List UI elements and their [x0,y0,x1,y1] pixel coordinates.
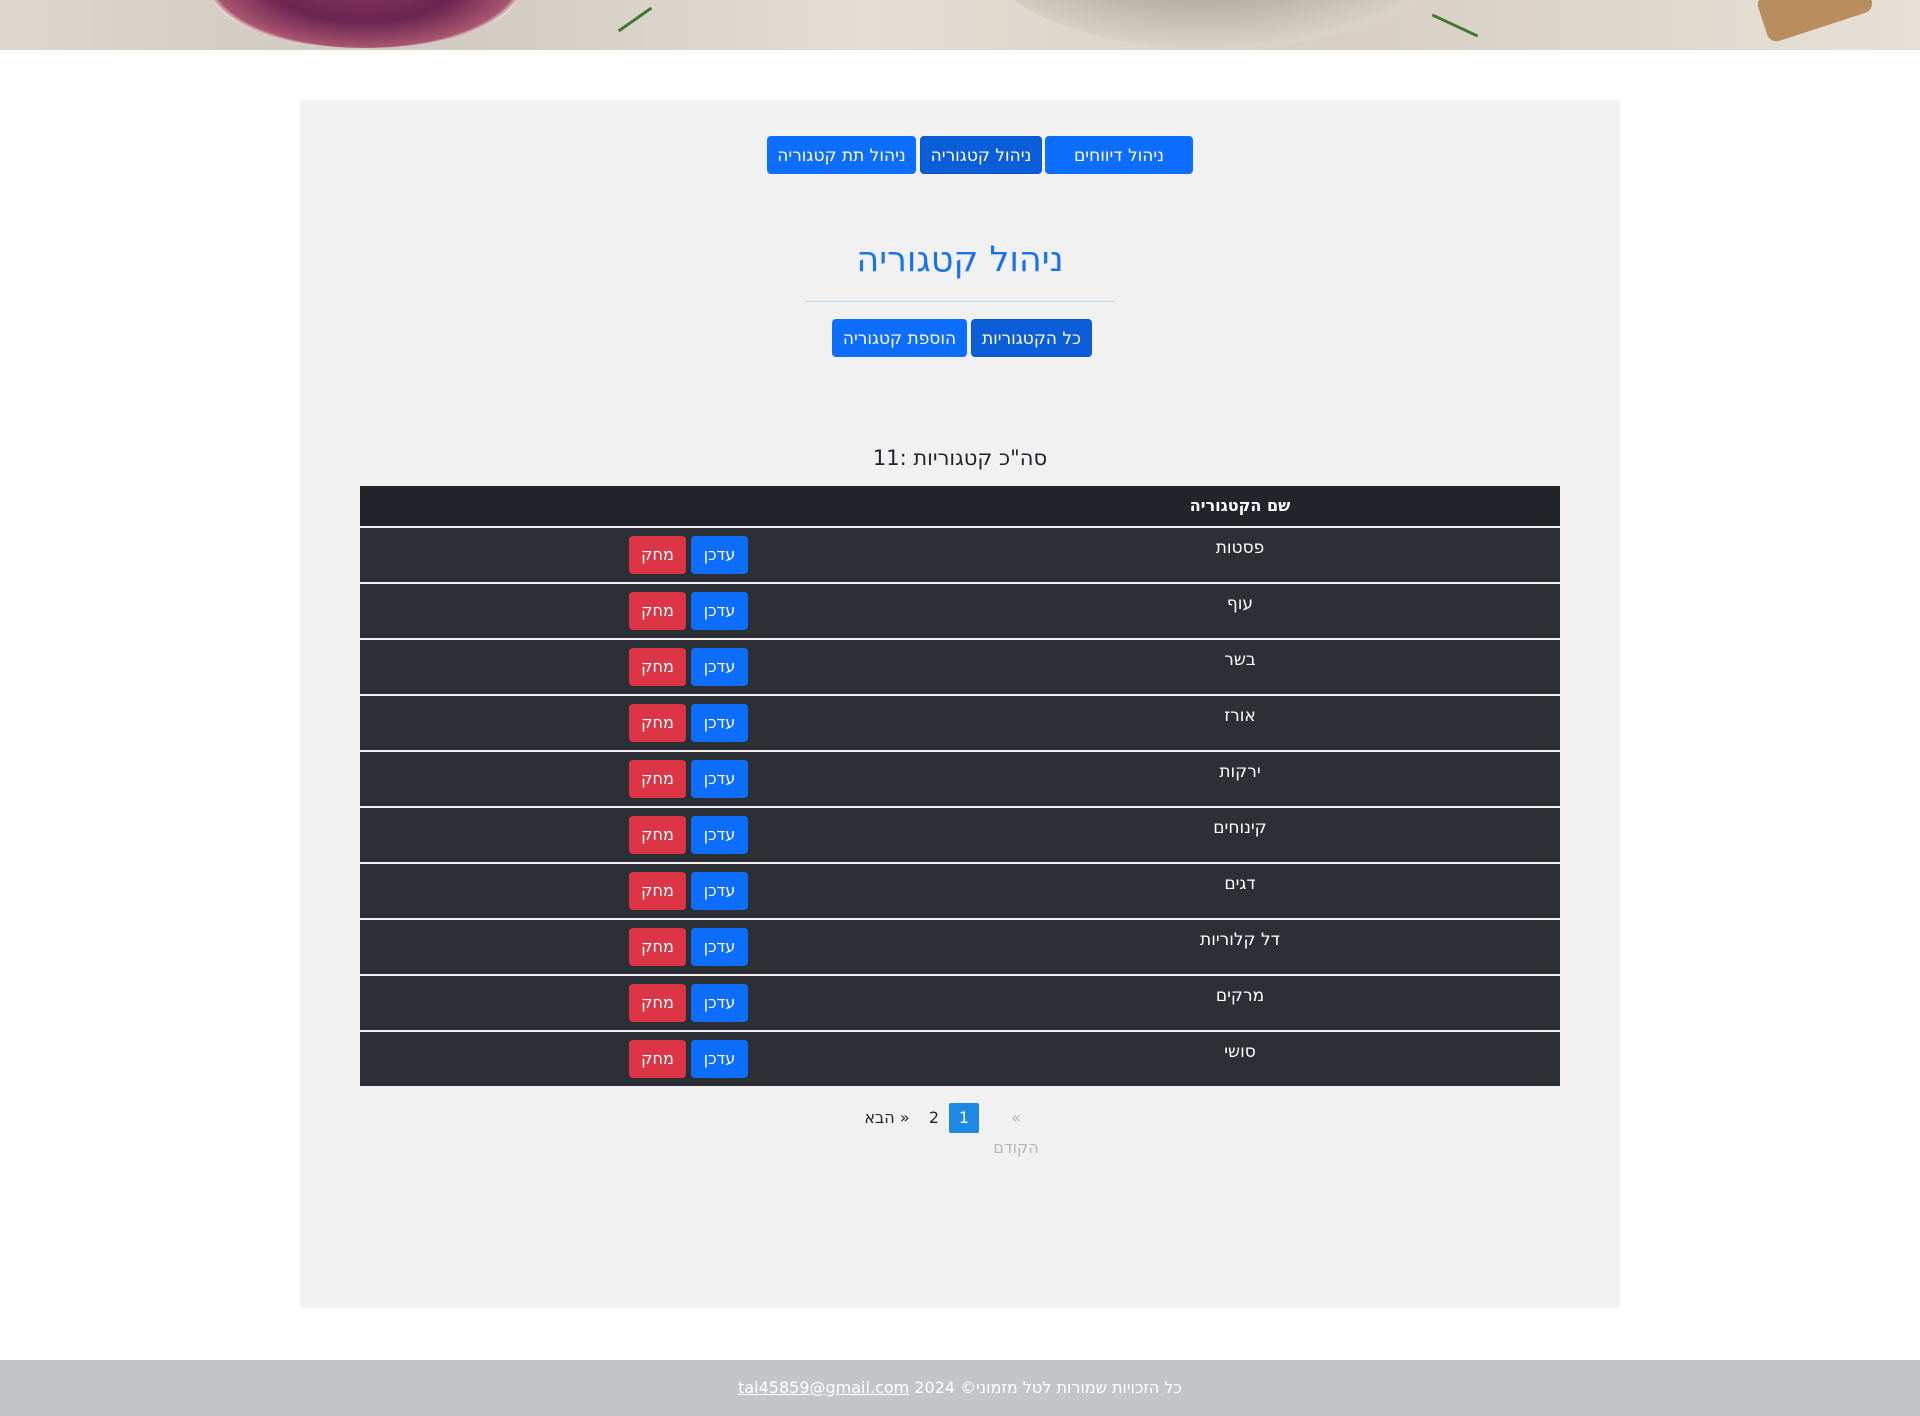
edit-button[interactable]: עדכן [691,984,748,1022]
hero-banner-image [0,0,1920,50]
category-name: פסטות [1215,538,1265,558]
footer-email-link[interactable]: tal45859@gmail.com [738,1378,909,1397]
category-name: דגים [1224,874,1256,894]
table-row: מרקים עדכן מחק [360,976,1560,1030]
table-row: דל קלוריות עדכן מחק [360,920,1560,974]
all-categories-button[interactable]: כל הקטגוריות [971,319,1092,357]
table-row: עוף עדכן מחק [360,584,1560,638]
nav-subcategory-button[interactable]: ניהול תת קטגוריה [767,136,916,174]
table-row: קינוחים עדכן מחק [360,808,1560,862]
plate-image [990,0,1460,50]
table-row: ירקות עדכן מחק [360,752,1560,806]
delete-button[interactable]: מחק [629,760,686,798]
delete-button[interactable]: מחק [629,592,686,630]
edit-button[interactable]: עדכן [691,704,748,742]
category-name: סושי [1224,1042,1256,1062]
category-name: דל קלוריות [1200,930,1280,950]
category-name: ירקות [1219,762,1261,782]
category-name: אורז [1224,706,1256,726]
copyright-text: כל הזכויות שמורות לטל מזמוני© 2024 [914,1378,1182,1397]
category-name: עוף [1226,594,1254,614]
table-header: שם הקטגוריה [360,486,1560,526]
edit-button[interactable]: עדכן [691,592,748,630]
herb-decoration [617,6,653,33]
edit-button[interactable]: עדכן [691,1040,748,1078]
category-name: מרקים [1215,986,1265,1006]
nav-reports-button[interactable]: ניהול דיווחים [1045,136,1193,174]
delete-button[interactable]: מחק [629,928,686,966]
herb-decoration [1431,13,1479,38]
pagination-prev: « הקודם [993,1108,1039,1157]
pagination-page[interactable]: 2 [925,1103,943,1133]
edit-button[interactable]: עדכן [691,816,748,854]
edit-button[interactable]: עדכן [691,872,748,910]
table-row: פסטות עדכן מחק [360,528,1560,582]
bread-image [1755,0,1875,44]
table-row: דגים עדכן מחק [360,864,1560,918]
delete-button[interactable]: מחק [629,1040,686,1078]
add-category-button[interactable]: הוספת קטגוריה [832,319,967,357]
table-row: סושי עדכן מחק [360,1032,1560,1086]
nav-category-button[interactable]: ניהול קטגוריה [920,136,1042,174]
column-header-category-name: שם הקטגוריה [1189,496,1291,515]
page-title: ניהול קטגוריה [856,240,1064,280]
footer: כל הזכויות שמורות לטל מזמוני© 2024 tal45… [0,1360,1920,1416]
edit-button[interactable]: עדכן [691,928,748,966]
pagination-next[interactable]: הבא » [862,1103,912,1133]
salad-bowl-image [210,0,520,48]
category-name: בשר [1224,650,1256,670]
pagination-page-current[interactable]: 1 [949,1103,979,1133]
table-row: אורז עדכן מחק [360,696,1560,750]
title-divider [805,301,1115,302]
categories-total: סה"כ קטגוריות :11 [872,446,1048,470]
footer-text: כל הזכויות שמורות לטל מזמוני© 2024 tal45… [600,1378,1320,1397]
delete-button[interactable]: מחק [629,872,686,910]
edit-button[interactable]: עדכן [691,760,748,798]
table-row: בשר עדכן מחק [360,640,1560,694]
edit-button[interactable]: עדכן [691,648,748,686]
delete-button[interactable]: מחק [629,816,686,854]
delete-button[interactable]: מחק [629,704,686,742]
delete-button[interactable]: מחק [629,648,686,686]
category-name: קינוחים [1213,818,1267,838]
delete-button[interactable]: מחק [629,984,686,1022]
delete-button[interactable]: מחק [629,536,686,574]
edit-button[interactable]: עדכן [691,536,748,574]
